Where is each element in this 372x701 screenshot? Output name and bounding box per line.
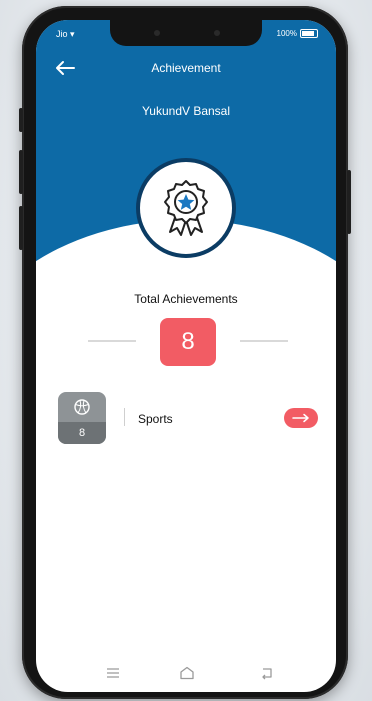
front-sensor (214, 30, 220, 36)
app-screen: Jio ▾ 100% Achievement YukundV Bansal To… (36, 20, 336, 692)
nav-home-button[interactable] (176, 664, 198, 682)
status-indicators: 100% (277, 29, 318, 38)
category-name: Sports (138, 412, 173, 426)
total-achievements-label: Total Achievements (134, 292, 238, 306)
category-icon-area (58, 392, 106, 422)
battery-percent: 100% (276, 29, 297, 38)
left-divider (88, 340, 136, 342)
phone-volume-up-button (19, 150, 23, 194)
category-tile-sports[interactable]: 8 (58, 392, 106, 444)
total-count-badge: 8 (160, 318, 216, 366)
category-separator (124, 408, 125, 426)
category-detail-button[interactable] (284, 408, 318, 428)
page-title: Achievement (151, 61, 221, 75)
phone-side-button (19, 108, 23, 132)
return-icon (262, 668, 272, 680)
front-camera (154, 30, 160, 36)
nav-menu-button[interactable] (102, 664, 124, 682)
ball-icon (74, 399, 90, 415)
menu-icon (107, 668, 119, 678)
phone-power-button (347, 170, 351, 234)
system-nav-bar (36, 660, 336, 690)
phone-notch (110, 20, 262, 46)
user-name: YukundV Bansal (141, 104, 231, 118)
achievement-badge (136, 158, 236, 258)
arrow-right-icon (292, 413, 309, 423)
award-ribbon-icon (164, 180, 208, 236)
phone-volume-down-button (19, 206, 23, 250)
nav-back-button[interactable] (256, 664, 278, 682)
carrier-label: Jio ▾ (56, 29, 75, 39)
home-icon (180, 666, 194, 680)
battery-icon (300, 29, 318, 38)
right-divider (240, 340, 288, 342)
category-count: 8 (58, 422, 106, 444)
